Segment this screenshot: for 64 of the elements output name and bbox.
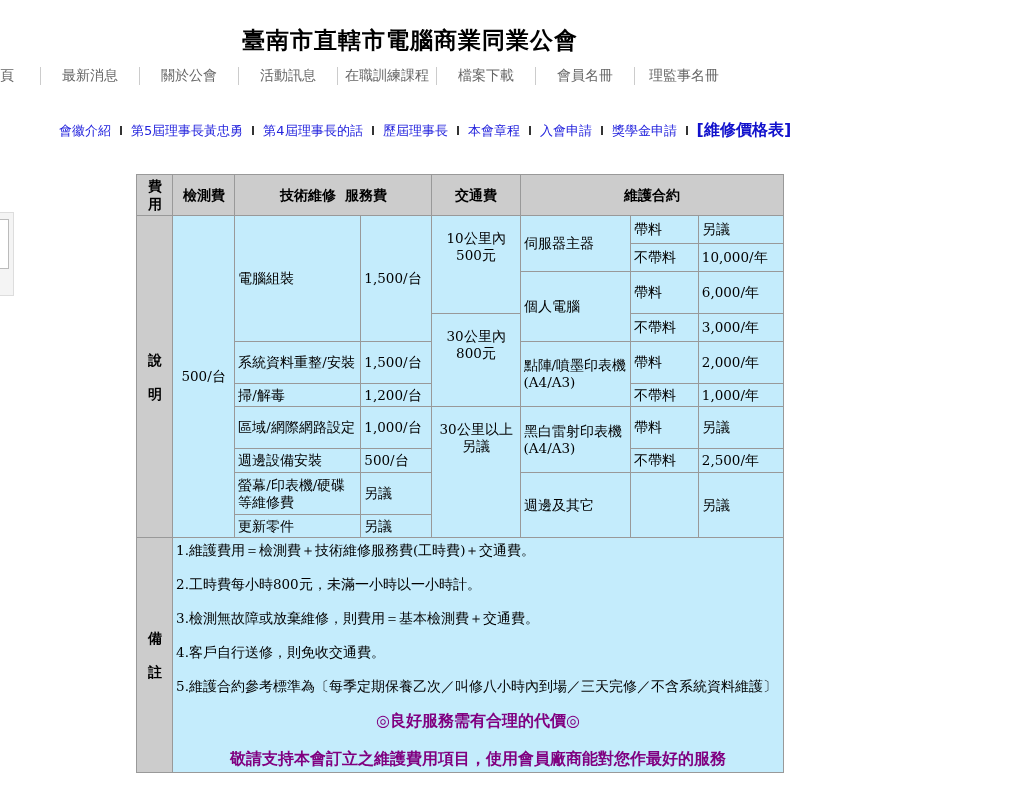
note-text: 4.客戶自行送修，則免收交通費。	[176, 644, 386, 661]
table-cell: 1,500/台	[360, 215, 432, 342]
sub-nav-link[interactable]: 本會章程	[467, 121, 520, 140]
note-text: 1.維護費用＝檢測費＋技術維修服務費(工時費)＋交通費。	[176, 542, 537, 559]
header-cell: 交通費	[431, 174, 521, 216]
sub-nav-link[interactable]: 第5屆理事長黃忠勇	[131, 121, 244, 140]
nav-link[interactable]: 理監事名冊	[635, 67, 733, 85]
table-cell: 30公里以上另議	[431, 406, 521, 538]
table-cell: 另議	[360, 472, 432, 515]
table-cell: 另議	[698, 472, 784, 538]
table-cell: 2,000/年	[698, 341, 784, 384]
table-cell: 帶料	[630, 271, 699, 314]
slogan-text: 敬請支持本會訂立之維護費用項目，使用會員廠商能對您作最好的服務	[229, 751, 727, 768]
table-cell: 500/台	[172, 215, 235, 538]
nav-link[interactable]: 檔案下載	[437, 67, 535, 85]
table-cell: 10,000/年	[698, 243, 784, 272]
site-title: 臺南市直轄市電腦商業同業公會	[242, 25, 578, 55]
table-cell: 1,000/台	[360, 406, 432, 449]
table-cell: 黑白雷射印表機(A4/A3)	[520, 406, 631, 473]
nav-link[interactable]: 活動訊息	[239, 67, 337, 85]
table-cell: 區域/網際網路設定	[234, 406, 361, 449]
table-cell: 電腦組裝	[234, 215, 361, 342]
sub-nav-link[interactable]: [維修價格表]	[696, 120, 792, 141]
table-cell: 點陣/噴墨印表機(A4/A3)	[520, 341, 631, 407]
table-cell: 螢幕/印表機/硬碟等維修費	[234, 472, 361, 515]
header-cell: 費用	[136, 174, 173, 216]
table-cell: 帶料	[630, 341, 699, 384]
table-cell: 1,500/台	[360, 341, 432, 384]
nav-link[interactable]: 頁	[0, 67, 14, 85]
nav-link[interactable]: 在職訓練課程	[338, 67, 436, 85]
table-cell: 週邊設備安裝	[234, 448, 361, 473]
note-text: 2.工時費每小時800元，未滿一小時以一小時計。	[176, 576, 482, 593]
sub-nav-link[interactable]: 獎學金申請	[611, 121, 677, 140]
slogan-text: ◎良好服務需有合理的代價◎	[375, 712, 581, 729]
table-cell: 掃/解毒	[234, 383, 361, 407]
table-cell: 伺服器主器	[520, 215, 631, 272]
header-cell: 維護合約	[520, 174, 784, 216]
row-header: 說明	[136, 215, 173, 538]
table-cell: 6,000/年	[698, 271, 784, 314]
note-text: 5.維護合約參考標準為〔每季定期保養乙次／叫修八小時內到場／三天完修／不含系統資料維護〕	[176, 678, 778, 695]
nav-link[interactable]: 會員名冊	[536, 67, 634, 85]
table-cell: 不帶料	[630, 243, 699, 272]
table-cell: 系統資料重整/安裝	[234, 341, 361, 384]
row-header: 備註	[136, 537, 173, 773]
note-text: 3.檢測無故障或放棄維修，則費用＝基本檢測費＋交通費。	[176, 610, 540, 627]
sub-nav-link[interactable]: 歷屆理事長	[382, 121, 448, 140]
nav-link[interactable]: 關於公會	[140, 67, 238, 85]
table-cell: 更新零件	[234, 514, 361, 538]
table-cell: 另議	[698, 406, 784, 449]
table-cell: 週邊及其它	[520, 472, 631, 538]
table-cell: 10公里內500元	[431, 215, 521, 314]
sub-nav-link[interactable]: 會徽介紹	[59, 121, 111, 140]
table-cell: 3,000/年	[698, 313, 784, 342]
table-cell: 帶料	[630, 406, 699, 449]
sub-nav-link[interactable]: 入會申請	[539, 121, 592, 140]
header-cell: 技術維修 服務費	[234, 174, 432, 216]
table-cell: 另議	[698, 215, 784, 244]
table-cell: 30公里內800元	[431, 313, 521, 407]
header-cell: 檢測費	[172, 174, 235, 216]
table-cell: 不帶料	[630, 313, 699, 342]
sub-nav-link[interactable]: 第4屆理事長的話	[263, 121, 363, 140]
table-cell: 帶料	[630, 215, 699, 244]
nav-link[interactable]: 最新消息	[41, 67, 139, 85]
table-cell: 個人電腦	[520, 271, 631, 342]
